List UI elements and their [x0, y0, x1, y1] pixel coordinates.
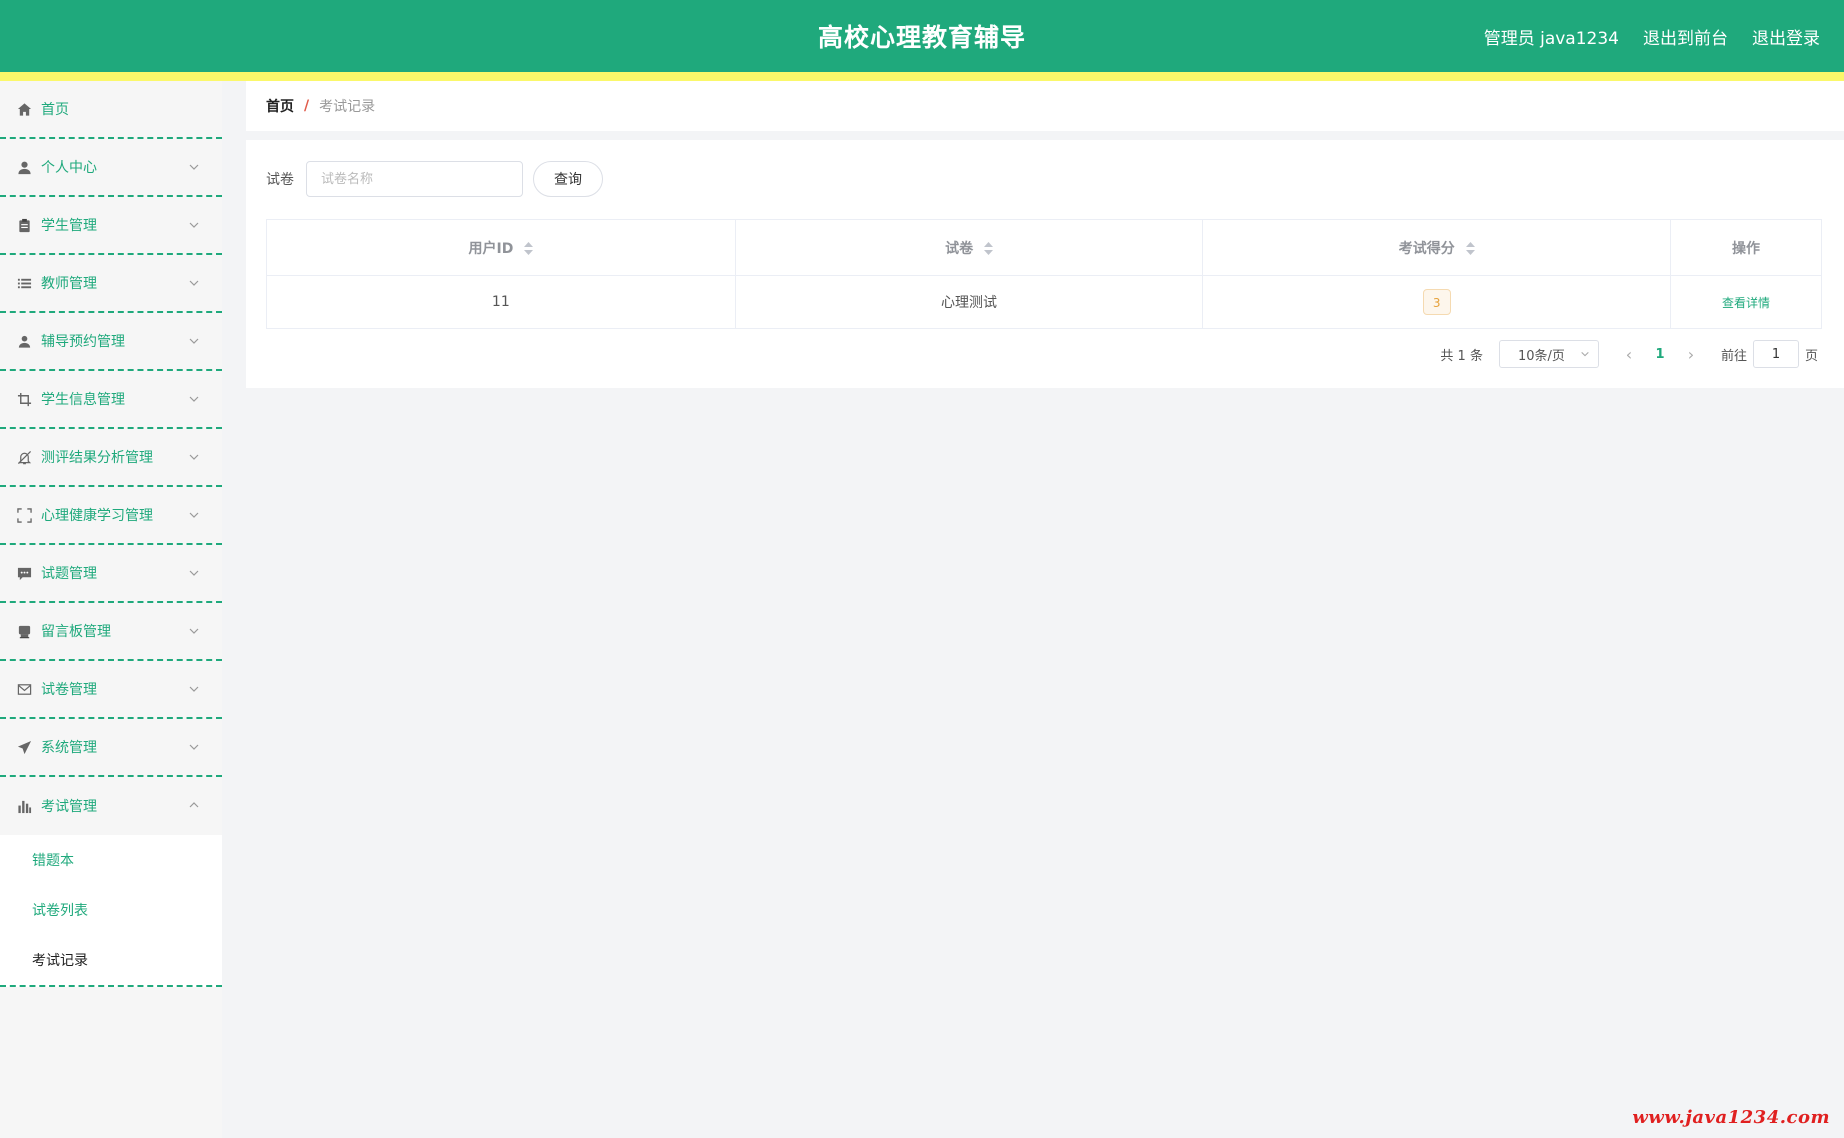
- chevron-down-icon: [189, 512, 199, 518]
- chevron-down-icon: [189, 628, 199, 634]
- chevron-down-icon: [1581, 351, 1589, 357]
- paper-name-input[interactable]: [306, 161, 523, 197]
- list-icon: [16, 275, 32, 291]
- submenu-item-paper-list[interactable]: 试卷列表: [0, 885, 222, 935]
- sidebar-item-label: 个人中心: [41, 160, 97, 176]
- goto-unit: 页: [1804, 348, 1818, 364]
- chevron-down-icon: [189, 454, 199, 460]
- home-icon: [16, 101, 32, 117]
- sidebar-item-mental-health-learning[interactable]: 心理健康学习管理: [0, 487, 222, 545]
- crop-icon: [16, 391, 32, 407]
- sidebar-item-counseling-appointment[interactable]: 辅导预约管理: [0, 313, 222, 371]
- chevron-down-icon: [189, 686, 199, 692]
- column-header-action: 操作: [1670, 219, 1822, 276]
- header-actions: 管理员 java1234 退出到前台 退出登录: [1484, 24, 1820, 49]
- page-number-button[interactable]: 1: [1643, 347, 1677, 362]
- submenu-item-wrong-questions[interactable]: 错题本: [0, 835, 222, 885]
- sidebar-item-label: 学生信息管理: [41, 392, 125, 408]
- sidebar-item-label: 留言板管理: [41, 624, 111, 640]
- sidebar-item-system-management[interactable]: 系统管理: [0, 719, 222, 777]
- current-user: 管理员 java1234: [1483, 29, 1619, 49]
- bell-off-icon: [16, 449, 32, 465]
- logout-link[interactable]: 退出登录: [1752, 24, 1820, 49]
- watermark-text: www.java1234.com: [1632, 1107, 1830, 1128]
- cell-action: 查看详情: [1670, 275, 1822, 329]
- table-header-row: 用户ID 试卷 考试得分 操作: [266, 219, 1822, 276]
- exam-records-table: 用户ID 试卷 考试得分 操作 11 心理测试 3 查看详情: [266, 219, 1822, 329]
- goto-page-input[interactable]: [1752, 340, 1799, 368]
- cell-user-id: 11: [266, 275, 736, 329]
- header-stripe: [0, 72, 1844, 81]
- breadcrumb: 首页 / 考试记录: [246, 81, 1844, 131]
- back-to-front-link[interactable]: 退出到前台: [1643, 24, 1728, 49]
- sidebar-item-exam-management[interactable]: 考试管理: [0, 777, 222, 835]
- sidebar-item-assessment-analysis[interactable]: 测评结果分析管理: [0, 429, 222, 487]
- sidebar-item-label: 试卷管理: [41, 682, 97, 698]
- sort-caret-icon[interactable]: [1465, 242, 1475, 255]
- chevron-down-icon: [189, 280, 199, 286]
- chevron-up-icon: [189, 802, 199, 808]
- pagination: 共 1 条 10条/页 ‹ 1 › 前往 页: [1440, 340, 1818, 368]
- sidebar-item-label: 心理健康学习管理: [41, 508, 153, 524]
- sidebar-item-label: 辅导预约管理: [41, 334, 125, 350]
- clipboard-icon: [16, 217, 32, 233]
- sidebar-item-student-management[interactable]: 学生管理: [0, 197, 222, 255]
- user-icon: [16, 159, 32, 175]
- view-details-button[interactable]: 查看详情: [1722, 296, 1770, 310]
- mail-icon: [16, 681, 32, 697]
- chevron-down-icon: [189, 338, 199, 344]
- main-content: 试卷 查询 用户ID 试卷 考试得分 操作: [246, 140, 1844, 388]
- sidebar-item-label: 测评结果分析管理: [41, 450, 153, 466]
- chart-icon: [16, 798, 32, 814]
- next-page-button[interactable]: ›: [1677, 345, 1705, 364]
- sidebar-item-label: 考试管理: [41, 799, 97, 815]
- cell-score: 3: [1202, 275, 1672, 329]
- cell-paper: 心理测试: [734, 275, 1204, 329]
- sidebar-item-label: 学生管理: [41, 218, 97, 234]
- sidebar-item-personal-center[interactable]: 个人中心: [0, 139, 222, 197]
- chevron-down-icon: [189, 164, 199, 170]
- sidebar-item-label: 试题管理: [41, 566, 97, 582]
- printer-icon: [16, 623, 32, 639]
- sort-caret-icon[interactable]: [524, 242, 534, 255]
- fullscreen-icon: [16, 507, 32, 523]
- person-icon: [16, 333, 32, 349]
- send-icon: [16, 739, 32, 755]
- prev-page-button[interactable]: ‹: [1615, 345, 1643, 364]
- chevron-down-icon: [189, 222, 199, 228]
- sidebar-item-label: 教师管理: [41, 276, 97, 292]
- sidebar-item-question-management[interactable]: 试题管理: [0, 545, 222, 603]
- top-header: 高校心理教育辅导 管理员 java1234 退出到前台 退出登录: [0, 0, 1844, 72]
- breadcrumb-separator: /: [304, 98, 310, 114]
- submenu-item-exam-records[interactable]: 考试记录: [0, 935, 222, 985]
- page-size-select[interactable]: 10条/页: [1498, 340, 1599, 368]
- breadcrumb-home[interactable]: 首页: [266, 96, 294, 116]
- sidebar-item-label: 系统管理: [41, 740, 97, 756]
- chevron-down-icon: [189, 396, 199, 402]
- chevron-down-icon: [189, 744, 199, 750]
- sidebar-item-home[interactable]: 首页: [0, 81, 222, 139]
- sidebar-item-teacher-management[interactable]: 教师管理: [0, 255, 222, 313]
- search-form: 试卷 查询: [266, 161, 603, 197]
- search-label: 试卷: [266, 172, 294, 188]
- sidebar-item-paper-management[interactable]: 试卷管理: [0, 661, 222, 719]
- sidebar-item-label: 首页: [41, 102, 69, 118]
- column-header-paper[interactable]: 试卷: [734, 219, 1204, 276]
- chevron-down-icon: [189, 570, 199, 576]
- column-header-user-id[interactable]: 用户ID: [266, 219, 736, 276]
- sidebar: 首页 个人中心 学生管理 教师管理 辅导预约管理 学生信息管理 测评结果分析管理…: [0, 81, 222, 1138]
- sort-caret-icon[interactable]: [983, 242, 993, 255]
- sidebar-item-message-board[interactable]: 留言板管理: [0, 603, 222, 661]
- sidebar-item-student-info[interactable]: 学生信息管理: [0, 371, 222, 429]
- breadcrumb-current: 考试记录: [319, 99, 376, 115]
- chat-icon: [16, 565, 32, 581]
- score-badge: 3: [1422, 289, 1451, 315]
- table-row: 11 心理测试 3 查看详情: [266, 275, 1822, 329]
- exam-management-submenu: 错题本 试卷列表 考试记录: [0, 835, 222, 987]
- query-button[interactable]: 查询: [533, 161, 603, 197]
- goto-label: 前往: [1720, 348, 1747, 364]
- column-header-score[interactable]: 考试得分: [1202, 219, 1672, 276]
- pagination-total: 共 1 条: [1440, 348, 1483, 364]
